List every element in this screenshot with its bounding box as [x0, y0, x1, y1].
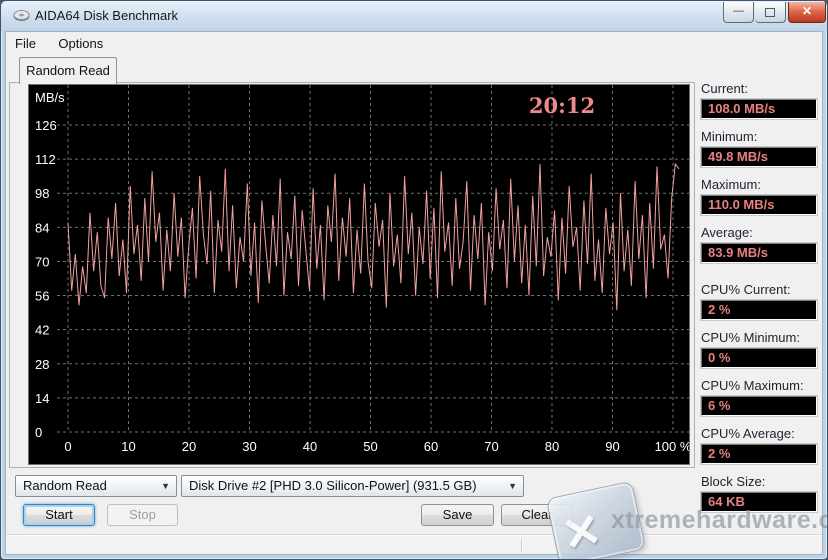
svg-text:70: 70 — [484, 439, 498, 454]
svg-text:126: 126 — [35, 118, 57, 133]
test-type-value: Random Read — [23, 478, 107, 493]
drive-select[interactable]: Disk Drive #2 [PHD 3.0 Silicon-Power] (9… — [181, 475, 524, 497]
app-window: AIDA64 Disk Benchmark — ✕ File Options R… — [0, 0, 828, 560]
stat-label: CPU% Minimum: — [701, 330, 800, 345]
stat-cpu-maximum: CPU% Maximum: 6 % — [701, 378, 825, 416]
svg-text:40: 40 — [303, 439, 317, 454]
svg-text:30: 30 — [242, 439, 256, 454]
stat-label: CPU% Maximum: — [701, 378, 804, 393]
drive-value: Disk Drive #2 [PHD 3.0 Silicon-Power] (9… — [189, 478, 477, 493]
menu-bar: File Options — [6, 33, 822, 55]
title-bar[interactable]: AIDA64 Disk Benchmark — ✕ — [1, 1, 827, 31]
close-button[interactable]: ✕ — [788, 2, 826, 23]
stat-label: Current: — [701, 81, 748, 96]
stat-value: 2 % — [701, 300, 817, 320]
status-bar — [6, 536, 822, 553]
menu-options[interactable]: Options — [49, 33, 112, 55]
svg-text:14: 14 — [35, 391, 49, 406]
svg-text:112: 112 — [35, 152, 56, 167]
svg-text:84: 84 — [35, 220, 49, 235]
svg-text:20:12: 20:12 — [529, 93, 595, 118]
stat-value: 6 % — [701, 396, 817, 416]
stat-value: 110.0 MB/s — [701, 195, 817, 215]
svg-text:100 %: 100 % — [655, 439, 689, 454]
stat-cpu-minimum: CPU% Minimum: 0 % — [701, 330, 825, 368]
stat-average: Average: 83.9 MB/s — [701, 225, 825, 263]
svg-text:60: 60 — [424, 439, 438, 454]
stat-label: Block Size: — [701, 474, 766, 489]
stat-label: Average: — [701, 225, 753, 240]
save-button[interactable]: Save — [421, 504, 494, 526]
stat-cpu-average: CPU% Average: 2 % — [701, 426, 825, 464]
stat-value: 49.8 MB/s — [701, 147, 817, 167]
window-title: AIDA64 Disk Benchmark — [35, 8, 179, 23]
watermark-text: xtremehardware.com — [611, 506, 827, 534]
stat-label: CPU% Current: — [701, 282, 791, 297]
stat-cpu-current: CPU% Current: 2 % — [701, 282, 825, 320]
minimize-button[interactable]: — — [723, 2, 754, 23]
svg-text:20: 20 — [182, 439, 196, 454]
stat-current: Current: 108.0 MB/s — [701, 81, 825, 119]
app-icon — [13, 10, 30, 21]
chevron-down-icon: ▼ — [161, 481, 170, 491]
stat-value: 108.0 MB/s — [701, 99, 817, 119]
svg-text:10: 10 — [121, 439, 135, 454]
svg-text:56: 56 — [35, 289, 49, 304]
svg-text:50: 50 — [363, 439, 377, 454]
svg-text:90: 90 — [605, 439, 619, 454]
status-bar-separator — [521, 539, 522, 552]
svg-text:28: 28 — [35, 357, 49, 372]
stat-value: 2 % — [701, 444, 817, 464]
svg-text:98: 98 — [35, 186, 49, 201]
svg-text:42: 42 — [35, 323, 49, 338]
svg-text:70: 70 — [35, 254, 49, 269]
maximize-icon — [765, 8, 775, 17]
stat-value: 83.9 MB/s — [701, 243, 817, 263]
menu-file[interactable]: File — [6, 33, 45, 55]
svg-text:0: 0 — [35, 425, 42, 440]
maximize-button[interactable] — [755, 2, 786, 23]
start-button[interactable]: Start — [23, 504, 95, 526]
chart-canvas: 126 112 98 84 70 56 42 28 14 0 0 10 20 30 40 50 60 70 80 90… — [35, 85, 692, 454]
svg-text:MB/s: MB/s — [35, 90, 65, 105]
chevron-down-icon: ▼ — [508, 481, 517, 491]
svg-text:80: 80 — [545, 439, 559, 454]
stop-button[interactable]: Stop — [107, 504, 178, 526]
close-icon: ✕ — [801, 4, 813, 18]
stat-label: Minimum: — [701, 129, 758, 144]
benchmark-chart: 126 112 98 84 70 56 42 28 14 0 0 10 20 30 40 50 60 70 80 90… — [28, 84, 692, 465]
stat-label: CPU% Average: — [701, 426, 795, 441]
stat-minimum: Minimum: 49.8 MB/s — [701, 129, 825, 167]
watermark-x-icon: ✕ — [557, 502, 606, 560]
stat-value: 0 % — [701, 348, 817, 368]
tab-random-read[interactable]: Random Read — [19, 57, 117, 84]
test-type-select[interactable]: Random Read ▼ — [15, 475, 177, 497]
svg-text:0: 0 — [64, 439, 71, 454]
minimize-icon: — — [733, 5, 744, 17]
stat-label: Maximum: — [701, 177, 761, 192]
stat-maximum: Maximum: 110.0 MB/s — [701, 177, 825, 215]
